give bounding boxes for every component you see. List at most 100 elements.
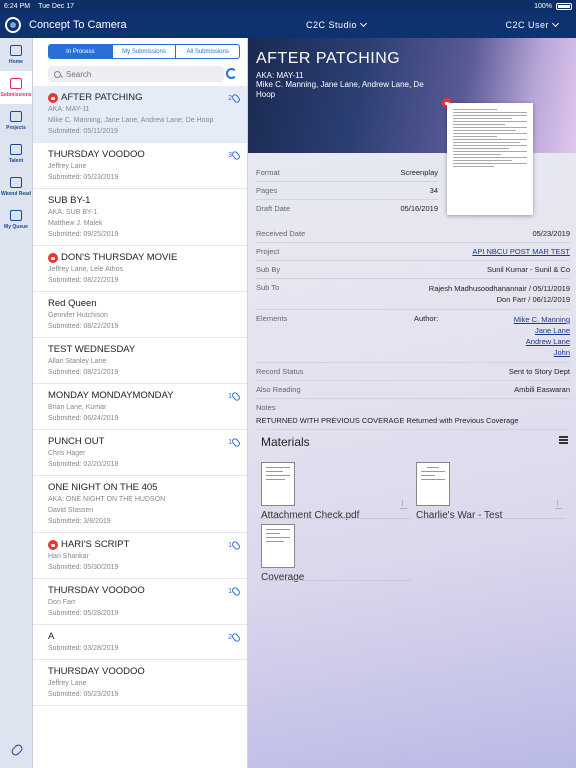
field-label: Format	[256, 168, 280, 177]
rail-submissions[interactable]: Submissions	[0, 71, 32, 104]
rail-weekend-read[interactable]: Wkend Read	[0, 170, 32, 203]
author-link[interactable]: Andrew Lane	[526, 337, 570, 346]
submission-title-row: Red Queen	[48, 298, 239, 309]
studio-selector[interactable]: C2C Studio	[306, 19, 368, 30]
lock-icon	[48, 252, 58, 263]
submission-title-row: SUB BY-1	[48, 195, 239, 206]
field-value: 05/23/2019	[532, 229, 570, 238]
submission-row[interactable]: THURSDAY VOODOO Jeffrey Lane Submitted: 05…	[33, 143, 247, 189]
submission-submitted: Submitted: 3/8/2019	[48, 518, 111, 525]
field-label: Record Status	[256, 367, 304, 376]
submission-row[interactable]: A Submitted: 03/28/2019 2	[33, 625, 247, 660]
submission-row[interactable]: MONDAY MONDAYMONDAY Brian Lane, Kumar Subm…	[33, 384, 247, 430]
paperclip-icon	[230, 150, 242, 161]
tab-all-submissions[interactable]: All Submissions	[175, 45, 239, 58]
submission-row[interactable]: ONE NIGHT ON THE 405 AKA: ONE NIGHT ON TH…	[33, 476, 247, 533]
material-name: Coverage	[261, 572, 305, 583]
link-icon[interactable]	[9, 742, 25, 758]
refresh-icon[interactable]	[226, 68, 237, 79]
field-value: Don Farr / 06/12/2019	[496, 295, 570, 304]
material-item[interactable]: Charlie's War - Test	[416, 462, 502, 521]
rail-projects[interactable]: Projects	[0, 104, 32, 137]
attachment-badge: 1	[228, 586, 242, 597]
detail-panel: AFTER PATCHING AKA: MAY-11 Mike C. Manni…	[248, 38, 576, 768]
submission-row[interactable]: THURSDAY VOODOO Jeffrey Lane Submitted: 05…	[33, 660, 247, 706]
submission-submitted: Submitted: 05/11/2019	[48, 128, 118, 135]
status-bar: 6:24 PM Tue Dec 17 100%	[0, 0, 576, 12]
battery-percent: 100%	[534, 2, 552, 10]
rail-label: Home	[9, 58, 23, 65]
field-also-reading: Also Reading Ambili Easwaran	[256, 381, 570, 399]
paperclip-icon	[230, 391, 242, 402]
field-value: Sent to Story Dept	[508, 367, 570, 376]
user-menu[interactable]: C2C User	[505, 19, 560, 30]
field-label: Received Date	[256, 229, 306, 238]
submission-people: Jeffrey Lane, Lele Athos	[48, 266, 123, 273]
submission-people: Jeffrey Lane	[48, 680, 87, 687]
submission-title-row: A	[48, 631, 239, 642]
submission-people: Mike C. Manning, Jane Lane, Andrew Lane,…	[48, 117, 214, 124]
submission-row[interactable]: AFTER PATCHING AKA: MAY-11 Mike C. Manning…	[33, 86, 247, 143]
user-label: C2C User	[505, 20, 549, 30]
field-sub-to: Sub To Rajesh Madhusoodhanannair / 05/11…	[256, 279, 570, 310]
project-link[interactable]: API NBCU POST MAR TEST	[472, 247, 570, 256]
field-draft-date: Draft Date 05/16/2019	[256, 200, 438, 217]
rail-talent[interactable]: Talent	[0, 137, 32, 170]
home-icon	[10, 44, 22, 56]
submissions-icon	[10, 77, 22, 89]
author-link[interactable]: Jane Lane	[535, 326, 570, 335]
submission-title: THURSDAY VOODOO	[48, 585, 145, 596]
submission-submitted: Submitted: 05/23/2019	[48, 174, 119, 181]
submission-row[interactable]: DON'S THURSDAY MOVIE Jeffrey Lane, Lele A…	[33, 246, 247, 292]
chevron-down-icon	[551, 19, 560, 28]
list-view-icon[interactable]	[559, 436, 568, 444]
download-icon[interactable]	[400, 500, 407, 509]
submission-title: A	[48, 631, 55, 642]
author-link[interactable]: Mike C. Manning	[514, 315, 570, 324]
field-label: Elements	[256, 314, 288, 323]
rail-home[interactable]: Home	[0, 38, 32, 71]
field-label: Sub By	[256, 265, 281, 274]
submission-people: Allan Stanley Lane	[48, 358, 107, 365]
field-label: Draft Date	[256, 204, 291, 213]
submission-people: Chris Hager	[48, 450, 86, 457]
download-icon[interactable]	[555, 500, 562, 509]
submission-title: Red Queen	[48, 298, 97, 309]
rail-label: Wkend Read	[0, 190, 31, 197]
submission-row[interactable]: THURSDAY VOODOO Don Farr Submitted: 05/28/…	[33, 579, 247, 625]
field-pages: Pages 34	[256, 182, 438, 200]
submission-row[interactable]: TEST WEDNESDAY Allan Stanley Lane Submitte…	[33, 338, 247, 384]
tab-in-process[interactable]: In Process	[49, 45, 112, 58]
submission-people: Gennifer Hutchison	[48, 312, 108, 319]
submission-row[interactable]: Red Queen Gennifer Hutchison Submitted: 08…	[33, 292, 247, 338]
battery-icon	[556, 2, 572, 10]
author-link[interactable]: John	[554, 348, 570, 357]
paperclip-icon	[230, 93, 242, 104]
search-input[interactable]	[66, 69, 206, 79]
submission-row[interactable]: HARI'S SCRIPT Hari Shankar Submitted: 05/3…	[33, 533, 247, 579]
submissions-list: AFTER PATCHING AKA: MAY-11 Mike C. Manning…	[33, 86, 247, 706]
submission-title: TEST WEDNESDAY	[48, 344, 136, 355]
material-item[interactable]: Coverage	[261, 524, 304, 583]
field-record-status: Record Status Sent to Story Dept	[256, 363, 570, 381]
field-project: Project API NBCU POST MAR TEST	[256, 243, 570, 261]
submission-row[interactable]: SUB BY-1 AKA: SUB BY-1 Matthew J. Malek Sub…	[33, 189, 247, 246]
field-format: Format Screenplay	[256, 164, 438, 182]
material-item[interactable]: Attachment Check.pdf	[261, 462, 359, 521]
rail-my-queue[interactable]: My Queue	[0, 203, 32, 236]
detail-fields: Format Screenplay Pages 34 Draft Date 05…	[256, 164, 570, 430]
attachment-badge: 2	[228, 93, 242, 104]
field-label: Project	[256, 247, 280, 256]
submission-title: SUB BY-1	[48, 195, 91, 206]
submission-title: HARI'S SCRIPT	[61, 539, 130, 550]
detail-writers: Mike C. Manning, Jane Lane, Andrew Lane,…	[256, 80, 424, 99]
rail-label: Submissions	[0, 91, 32, 98]
author-label: Author:	[414, 314, 439, 323]
attachment-badge: 2	[228, 632, 242, 643]
studio-label: C2C Studio	[306, 20, 358, 30]
submission-submitted: Submitted: 09/25/2019	[48, 231, 119, 238]
submission-submitted: Submitted: 06/24/2019	[48, 415, 119, 422]
tab-my-submissions[interactable]: My Submissions	[111, 45, 176, 58]
submission-row[interactable]: PUNCH OUT Chris Hager Submitted: 02/20/201…	[33, 430, 247, 476]
material-name: Charlie's War - Test	[416, 510, 503, 521]
